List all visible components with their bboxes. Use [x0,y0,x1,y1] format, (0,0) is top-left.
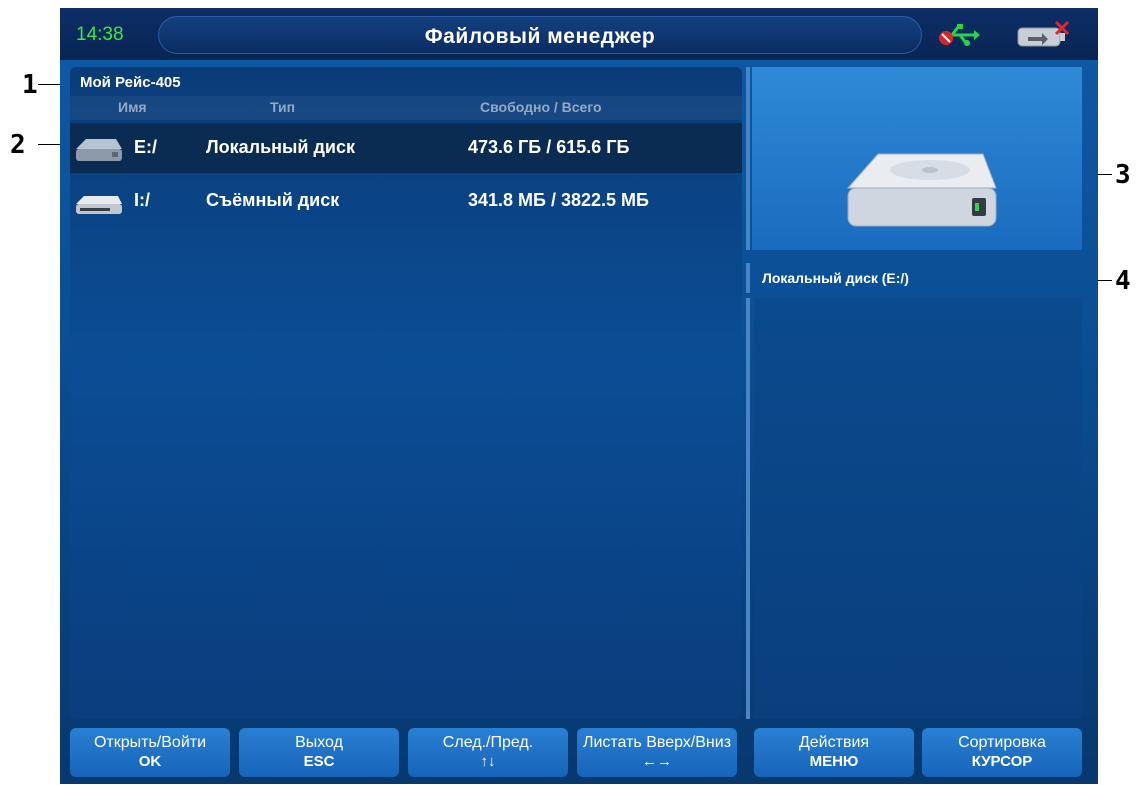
sort-button[interactable]: Сортировка КУРСОР [922,728,1082,777]
table-row[interactable]: E:/ Локальный диск 473.6 ГБ / 615.6 ГБ [70,123,742,173]
callout-3: 3 [1115,160,1131,190]
page-up-down-button[interactable]: Листать Вверх/Вниз ←→ [577,728,737,777]
exit-button[interactable]: Выход ESC [239,728,399,777]
preview-divider [746,67,750,250]
battery-disconnected-icon [1017,20,1070,47]
drive-type: Локальный диск [206,137,355,157]
removable-drive-icon [76,196,122,214]
panel-title: Мой Рейс-405 [80,74,181,91]
info-divider [746,298,750,719]
next-prev-button[interactable]: След./Пред. ↑↓ [408,728,568,777]
title-bar: Файловый менеджер [158,16,922,54]
actions-menu-button[interactable]: Действия МЕНЮ [754,728,914,777]
column-header [70,96,742,120]
column-header-space[interactable]: Свободно / Всего [480,99,602,115]
drive-info-panel [754,298,1082,719]
label-marker [746,263,750,293]
drive-name: I:/ [134,190,150,210]
open-button[interactable]: Открыть/Войти OK [70,728,230,777]
selected-drive-label: Локальный диск (E:/) [762,270,909,286]
status-bar: 14:38 Файловый менеджер [60,8,1098,60]
column-header-name[interactable]: Имя [118,99,147,115]
table-row[interactable]: I:/ Съёмный диск 341.8 МБ / 3822.5 МБ [70,176,742,226]
usb-icon [939,24,980,46]
clock: 14:38 [76,24,124,45]
drive-space: 473.6 ГБ / 615.6 ГБ [468,137,630,157]
drive-name: E:/ [134,137,158,157]
drive-type: Съёмный диск [206,190,340,210]
hard-drive-icon [76,139,122,161]
drive-space: 341.8 МБ / 3822.5 МБ [468,190,649,210]
device-screen: 14:38 Файловый менеджер Мой Рейс-405 Имя… [60,8,1098,784]
callout-1: 1 [22,70,38,100]
page-title: Файловый менеджер [424,25,656,48]
hard-drive-large-icon [846,153,997,227]
callout-4: 4 [1115,266,1131,296]
column-header-type[interactable]: Тип [270,99,295,115]
callout-2: 2 [10,130,26,160]
